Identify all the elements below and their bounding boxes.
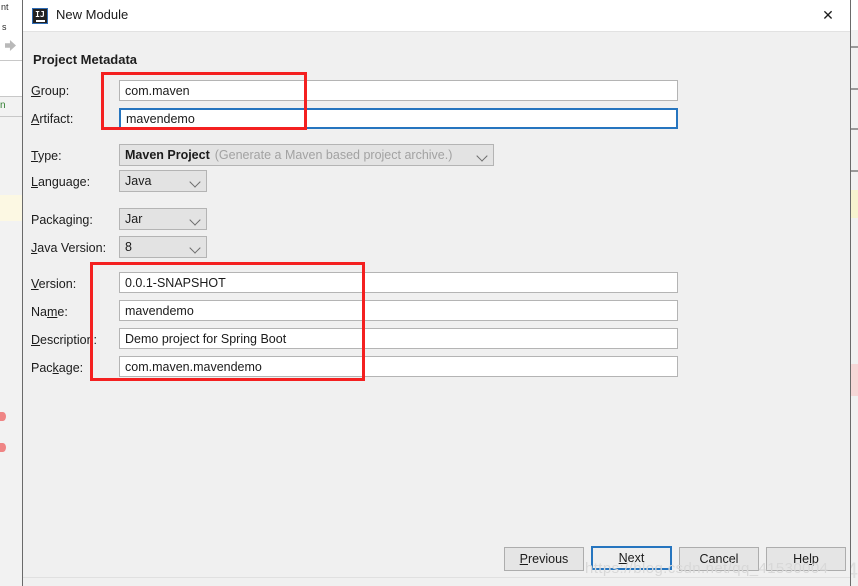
language-combobox[interactable]: Java [119,170,207,192]
new-module-dialog: IJ New Module ✕ Project Metadata Group: … [22,0,851,586]
previous-button[interactable]: Previous [504,547,584,571]
background-separator [850,46,858,48]
description-input[interactable]: Demo project for Spring Boot [119,328,678,349]
java-version-label: Java Version: [31,241,107,255]
dialog-content: Project Metadata Group: com.maven Artifa… [23,32,850,586]
background-separator [0,60,22,61]
chevron-down-icon [189,214,201,226]
name-label: Name: [31,305,68,319]
background-highlight-band [850,190,858,218]
version-label: Version: [31,277,77,291]
background-text-fragment: nt [1,2,9,12]
cancel-button[interactable]: Cancel [679,547,759,571]
next-button[interactable]: Next [591,546,672,570]
background-green-text: n [0,100,6,111]
chevron-down-icon [189,176,201,188]
background-separator [0,96,22,97]
window-title: New Module [56,7,129,22]
package-input[interactable]: com.maven.mavendemo [119,356,678,377]
background-highlight-band [0,195,22,221]
packaging-combobox[interactable]: Jar [119,208,207,230]
java-version-combobox[interactable]: 8 [119,236,207,258]
package-label: Package: [31,361,84,375]
page-title: Project Metadata [33,52,138,67]
group-input[interactable]: com.maven [119,80,678,101]
artifact-label: Artifact: [31,112,74,126]
background-right-white [850,0,858,30]
type-combobox[interactable]: Maven Project (Generate a Maven based pr… [119,144,494,166]
name-input[interactable]: mavendemo [119,300,678,321]
chevron-down-icon [476,150,488,162]
description-label: Description: [31,333,98,347]
background-error-marker [0,412,6,421]
language-label: Language: [31,175,91,189]
background-separator [850,88,858,90]
background-separator [0,116,22,117]
packaging-label: Packaging: [31,213,93,227]
background-separator [850,170,858,172]
background-text-fragment: s [2,22,7,32]
chevron-down-icon [189,242,201,254]
background-separator [850,128,858,130]
intellij-idea-icon: IJ [32,8,48,24]
close-icon[interactable]: ✕ [806,0,850,30]
background-error-marker [0,443,6,452]
dialog-titlebar: IJ New Module ✕ [23,0,850,32]
help-button[interactable]: He l p [766,547,846,571]
group-label: Group: [31,84,70,98]
footer-divider [23,577,850,578]
version-input[interactable]: 0.0.1-SNAPSHOT [119,272,678,293]
background-error-band [850,364,858,396]
type-label: Type: [31,149,62,163]
artifact-input[interactable]: mavendemo [119,108,678,129]
